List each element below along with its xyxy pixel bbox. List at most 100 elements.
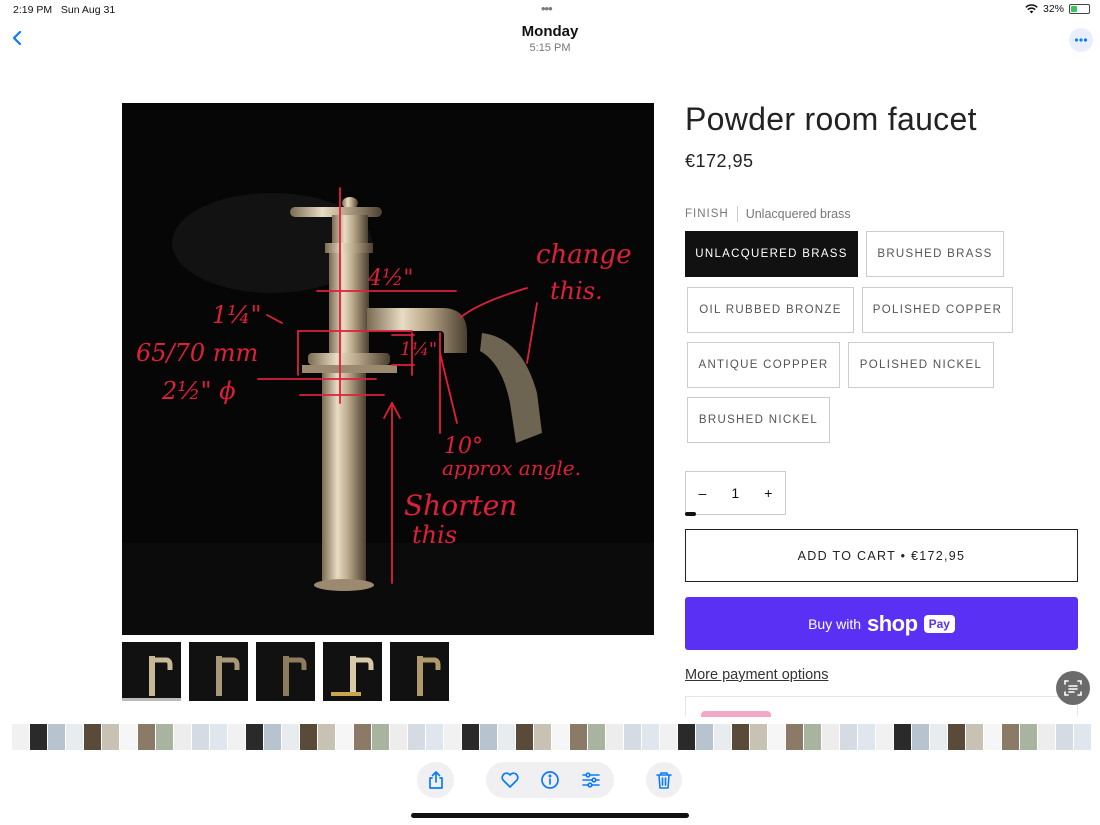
scrubber-thumb[interactable] — [966, 724, 983, 750]
product-title: Powder room faucet — [685, 101, 977, 137]
qty-value[interactable]: 1 — [731, 485, 739, 501]
more-icon[interactable] — [1069, 28, 1093, 52]
live-text-icon[interactable] — [1056, 671, 1090, 705]
adjust-icon[interactable] — [580, 769, 602, 791]
product-thumbnail[interactable] — [390, 642, 449, 701]
scrubber-thumb[interactable] — [624, 724, 641, 750]
multitasking-dots-icon[interactable]: ••• — [541, 1, 553, 16]
product-main-image[interactable]: 4½" 1¼" 1¼" 65/70 mm 2½" ϕ change this. … — [122, 103, 654, 635]
scrubber-thumb[interactable] — [246, 724, 263, 750]
scrubber-thumb[interactable] — [1056, 724, 1073, 750]
scrubber-thumb[interactable] — [984, 724, 1001, 750]
scrubber-thumb[interactable] — [696, 724, 713, 750]
scrubber-thumb[interactable] — [606, 724, 623, 750]
scrubber-thumb[interactable] — [750, 724, 767, 750]
product-thumbnail[interactable] — [256, 642, 315, 701]
scrubber-thumb[interactable] — [282, 724, 299, 750]
scrubber-thumb[interactable] — [552, 724, 569, 750]
scrubber-thumb[interactable] — [714, 724, 731, 750]
finish-option[interactable]: POLISHED COPPER — [862, 287, 1013, 333]
annotation-base-in: 2½" ϕ — [161, 377, 236, 405]
finish-option[interactable]: ANTIQUE COPPPER — [687, 342, 840, 388]
scrubber-thumb[interactable] — [912, 724, 929, 750]
scrubber-thumb[interactable] — [858, 724, 875, 750]
finish-option[interactable]: BRUSHED NICKEL — [687, 397, 830, 443]
scrubber-thumb[interactable] — [768, 724, 785, 750]
scrubber-thumb[interactable] — [354, 724, 371, 750]
scrubber-thumb[interactable] — [228, 724, 245, 750]
scrubber-thumb[interactable] — [102, 724, 119, 750]
finish-option[interactable]: UNLACQUERED BRASS — [685, 231, 858, 277]
scrubber-thumb[interactable] — [66, 724, 83, 750]
qty-plus-button[interactable]: + — [764, 485, 772, 501]
scrubber-thumb[interactable] — [174, 724, 191, 750]
scrubber-thumb[interactable] — [732, 724, 749, 750]
scrubber-thumb[interactable] — [318, 724, 335, 750]
scrubber-thumb[interactable] — [894, 724, 911, 750]
scrubber-thumb[interactable] — [822, 724, 839, 750]
scrubber-thumb[interactable] — [480, 724, 497, 750]
scrubber-thumb[interactable] — [804, 724, 821, 750]
quantity-stepper: – 1 + — [685, 471, 786, 515]
wifi-icon — [1025, 4, 1038, 14]
scrubber-thumb[interactable] — [588, 724, 605, 750]
scrubber-thumb[interactable] — [138, 724, 155, 750]
scrubber-thumb[interactable] — [84, 724, 101, 750]
scrubber-thumb[interactable] — [876, 724, 893, 750]
scrubber-thumb[interactable] — [786, 724, 803, 750]
status-bar: 2:19 PM Sun Aug 31 ••• 32% — [0, 0, 1100, 20]
finish-value: Unlacquered brass — [745, 207, 851, 221]
scrubber-thumb[interactable] — [336, 724, 353, 750]
annotation-dim-left: 1¼" — [212, 301, 262, 329]
scrubber-thumb[interactable] — [534, 724, 551, 750]
pen-mark — [685, 512, 696, 516]
scrubber-thumb[interactable] — [1002, 724, 1019, 750]
scrubber-thumb[interactable] — [426, 724, 443, 750]
scrubber-thumb[interactable] — [48, 724, 65, 750]
scrubber-thumb[interactable] — [498, 724, 515, 750]
qty-minus-button[interactable]: – — [699, 485, 707, 501]
annotation-angle-approx: approx angle. — [442, 456, 581, 480]
scrubber-thumb[interactable] — [30, 724, 47, 750]
product-thumbnail[interactable] — [122, 642, 181, 701]
scrubber-thumb[interactable] — [12, 724, 29, 750]
scrubber-thumb[interactable] — [678, 724, 695, 750]
heart-icon[interactable] — [499, 769, 521, 791]
scrubber-thumb[interactable] — [300, 724, 317, 750]
product-thumbnail[interactable] — [189, 642, 248, 701]
scrubber-thumb[interactable] — [948, 724, 965, 750]
scrubber-thumb[interactable] — [408, 724, 425, 750]
scrubber-thumb[interactable] — [642, 724, 659, 750]
scrubber-thumb[interactable] — [660, 724, 677, 750]
finish-option[interactable]: OIL RUBBED BRONZE — [687, 287, 854, 333]
scrubber-thumb[interactable] — [372, 724, 389, 750]
scrubber-thumb[interactable] — [210, 724, 227, 750]
divider — [736, 206, 738, 222]
scrubber-thumb[interactable] — [516, 724, 533, 750]
finish-option[interactable]: POLISHED NICKEL — [848, 342, 994, 388]
add-to-cart-button[interactable]: ADD TO CART • €172,95 — [685, 529, 1078, 582]
scrubber-thumb[interactable] — [1074, 724, 1091, 750]
more-payment-options-link[interactable]: More payment options — [685, 667, 828, 683]
scrubber-thumb[interactable] — [264, 724, 281, 750]
scrubber-thumb[interactable] — [840, 724, 857, 750]
scrubber-thumb[interactable] — [120, 724, 137, 750]
scrubber-thumb[interactable] — [156, 724, 173, 750]
photo-scrubber-strip[interactable] — [12, 724, 1092, 750]
photos-viewer: 2:19 PM Sun Aug 31 ••• 32% Monday 5:15 P… — [0, 0, 1100, 825]
trash-icon[interactable] — [653, 769, 675, 791]
shop-pay-button[interactable]: Buy with shop Pay — [685, 597, 1078, 650]
product-thumbnail[interactable] — [323, 642, 382, 701]
scrubber-thumb[interactable] — [444, 724, 461, 750]
scrubber-thumb[interactable] — [1020, 724, 1037, 750]
scrubber-thumb[interactable] — [390, 724, 407, 750]
scrubber-thumb[interactable] — [192, 724, 209, 750]
info-icon[interactable] — [539, 769, 561, 791]
finish-option[interactable]: BRUSHED BRASS — [866, 231, 1004, 277]
scrubber-thumb[interactable] — [570, 724, 587, 750]
scrubber-thumb[interactable] — [462, 724, 479, 750]
status-time: 2:19 PM Sun Aug 31 — [13, 4, 116, 16]
scrubber-thumb[interactable] — [1038, 724, 1055, 750]
share-icon[interactable] — [425, 769, 447, 791]
scrubber-thumb[interactable] — [930, 724, 947, 750]
